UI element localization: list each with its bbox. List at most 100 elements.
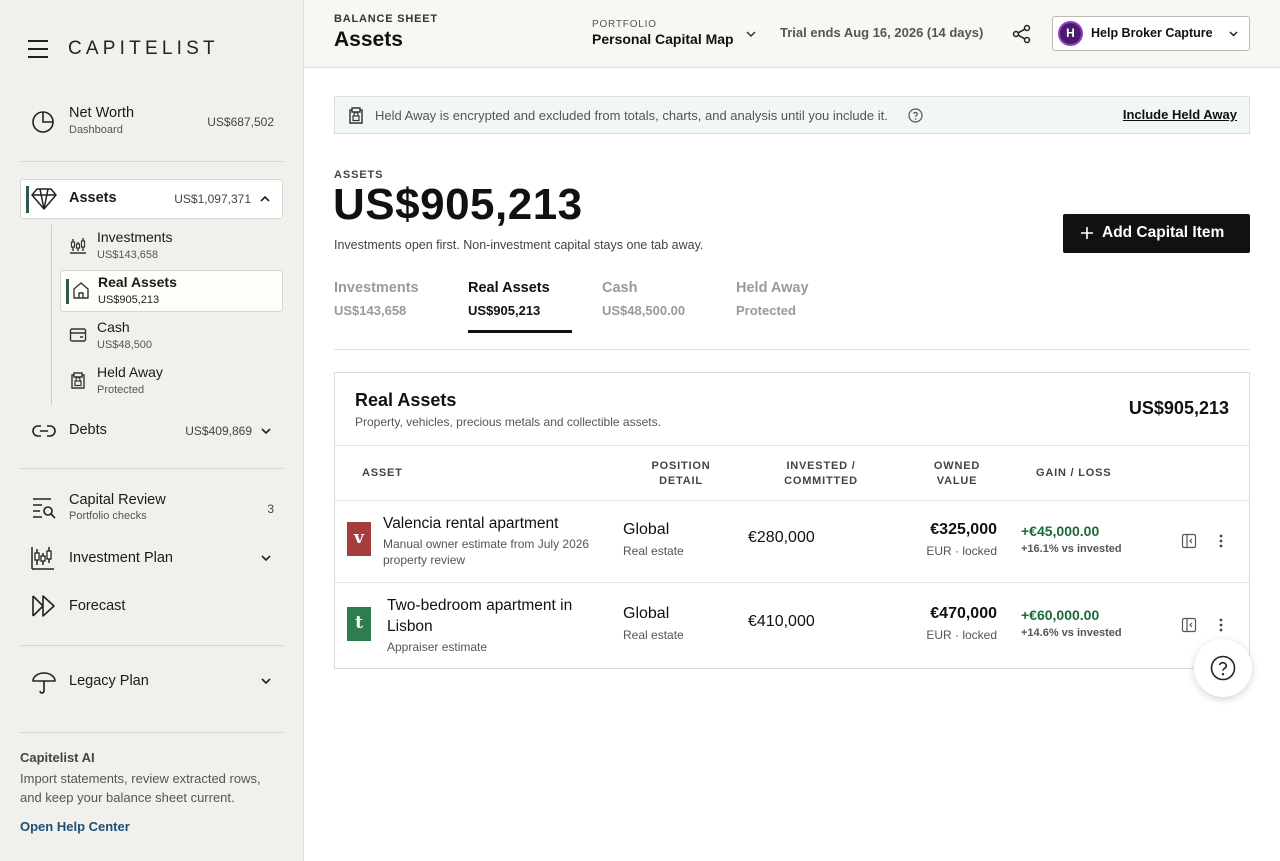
position-detail: Global <box>623 605 670 622</box>
held-away-notice: Held Away is encrypted and excluded from… <box>334 96 1250 134</box>
chevron-up-icon[interactable] <box>259 193 271 205</box>
nav-assets-label: Assets <box>69 190 117 206</box>
nav-legacy-plan[interactable]: Legacy Plan <box>20 668 283 696</box>
nav-investment-plan-label: Investment Plan <box>69 550 173 566</box>
wallet-icon <box>69 326 87 344</box>
portfolio-label: PORTFOLIO <box>592 19 657 30</box>
include-held-away-link[interactable]: Include Held Away <box>1123 107 1237 122</box>
tab-cash[interactable]: Cash US$48,500.00 <box>602 280 685 334</box>
sidebar-item-cash[interactable]: Cash US$48,500 <box>60 316 283 358</box>
more-vertical-icon[interactable] <box>1215 533 1227 549</box>
nav-forecast[interactable]: Forecast <box>20 593 283 621</box>
position-detail: Global <box>623 521 670 538</box>
tab-held-away[interactable]: Held Away Protected <box>736 280 809 334</box>
table-row[interactable]: v Valencia rental apartment Manual owner… <box>335 501 1249 583</box>
column-header: GAIN / LOSS <box>1036 467 1112 479</box>
sidebar-item-real-assets[interactable]: Real Assets US$905,213 <box>60 270 283 312</box>
chevron-down-icon[interactable] <box>260 675 272 687</box>
help-center-link[interactable]: Open Help Center <box>20 819 130 834</box>
add-capital-item-button[interactable]: Add Capital Item <box>1063 214 1250 253</box>
nav-net-worth[interactable]: Net Worth Dashboard US$687,502 <box>20 103 283 143</box>
ai-description: Import statements, review extracted rows… <box>20 771 261 805</box>
nav-capital-review-label: Capital Review <box>69 492 166 508</box>
pie-chart-icon <box>30 108 56 134</box>
account-menu-button[interactable]: H Help Broker Capture <box>1052 16 1250 51</box>
notice-text: Held Away is encrypted and excluded from… <box>375 108 888 123</box>
help-circle-icon[interactable] <box>908 108 923 123</box>
nav-capital-review[interactable]: Capital Review Portfolio checks 3 <box>20 490 283 526</box>
nav-debts-label: Debts <box>69 422 107 438</box>
breadcrumb: BALANCE SHEET <box>334 13 438 25</box>
link-icon <box>32 419 58 445</box>
nav-net-worth-sub: Dashboard <box>69 124 123 136</box>
nav-debts-amount: US$409,869 <box>185 424 252 438</box>
help-button[interactable] <box>1194 639 1252 697</box>
nav-legacy-plan-label: Legacy Plan <box>69 673 149 689</box>
asset-description: Manual owner estimate from July 2026 pro… <box>383 537 590 567</box>
tab-value: US$905,213 <box>468 303 541 318</box>
real-assets-card: Real Assets Property, vehicles, precious… <box>334 372 1250 669</box>
sidebar-item-amount: US$143,658 <box>97 249 159 261</box>
sidebar-item-label: Real Assets <box>98 274 177 290</box>
divider <box>20 732 283 733</box>
umbrella-icon <box>31 669 57 695</box>
nav-investment-plan[interactable]: Investment Plan <box>20 545 283 573</box>
nav-capital-review-sub: Portfolio checks <box>69 510 147 522</box>
active-indicator <box>66 279 69 304</box>
tab-title: Investments <box>334 280 419 296</box>
gain-percent: +14.6% vs invested <box>1021 627 1122 639</box>
tab-real-assets[interactable]: Real Assets US$905,213 <box>468 280 572 334</box>
invested-value: €410,000 <box>748 613 815 630</box>
panel-open-icon[interactable] <box>1181 617 1197 633</box>
nav-capital-review-count: 3 <box>267 502 274 516</box>
nav-debts[interactable]: Debts US$409,869 <box>20 417 283 445</box>
diamond-icon <box>31 187 57 213</box>
add-capital-item-label: Add Capital Item <box>1102 224 1225 241</box>
page-title: Assets <box>334 28 403 51</box>
asset-name: Valencia rental apartment <box>383 515 559 532</box>
sidebar-item-held-away[interactable]: Held Away Protected <box>60 361 283 403</box>
nav-assets[interactable]: Assets US$1,097,371 <box>20 179 283 219</box>
portfolio-selector[interactable]: Personal Capital Map <box>592 31 734 47</box>
share-icon[interactable] <box>1012 24 1032 44</box>
fast-forward-icon <box>31 594 57 620</box>
tab-active-underline <box>468 330 572 333</box>
panel-open-icon[interactable] <box>1181 533 1197 549</box>
tab-value: Protected <box>736 303 796 318</box>
nav-forecast-label: Forecast <box>69 598 126 614</box>
position-type: Real estate <box>623 544 684 558</box>
nav-assets-amount: US$1,097,371 <box>174 192 251 206</box>
table-row[interactable]: t Two-bedroom apartment in Lisbon Apprai… <box>335 583 1249 665</box>
column-header: ASSET <box>362 467 403 479</box>
sidebar-item-label: Held Away <box>97 364 163 380</box>
more-vertical-icon[interactable] <box>1215 617 1227 633</box>
chevron-down-icon[interactable] <box>744 27 758 41</box>
account-name: Help Broker Capture <box>1091 26 1213 40</box>
summary-note: Investments open first. Non-investment c… <box>334 238 704 252</box>
brand-row: CAPITELIST <box>27 37 287 61</box>
menu-icon[interactable] <box>27 39 49 59</box>
tab-value: US$143,658 <box>334 303 407 318</box>
sub-tree-line <box>51 225 52 405</box>
divider <box>20 468 283 469</box>
avatar: H <box>1058 21 1083 46</box>
divider <box>20 645 283 646</box>
sidebar-item-amount: US$905,213 <box>98 294 160 306</box>
tab-value: US$48,500.00 <box>602 303 686 318</box>
sidebar-item-amount: US$48,500 <box>97 339 153 351</box>
gain-percent: +16.1% vs invested <box>1021 543 1122 555</box>
candlestick-chart-icon <box>31 545 57 571</box>
gain-value: +€60,000.00 <box>1021 607 1100 623</box>
lock-clipboard-icon <box>69 371 87 389</box>
house-icon <box>72 281 90 299</box>
tab-investments[interactable]: Investments US$143,658 <box>334 280 419 334</box>
position-type: Real estate <box>623 628 684 642</box>
sidebar-item-investments[interactable]: Investments US$143,658 <box>60 226 283 268</box>
top-bar: BALANCE SHEET Assets PORTFOLIO Personal … <box>304 0 1280 68</box>
chevron-down-icon[interactable] <box>260 425 272 437</box>
column-header: POSITION DETAIL <box>651 460 711 487</box>
column-header: OWNED VALUE <box>933 460 981 487</box>
assets-total: US$905,213 <box>333 180 583 229</box>
plus-icon <box>1079 225 1095 241</box>
chevron-down-icon[interactable] <box>260 552 272 564</box>
